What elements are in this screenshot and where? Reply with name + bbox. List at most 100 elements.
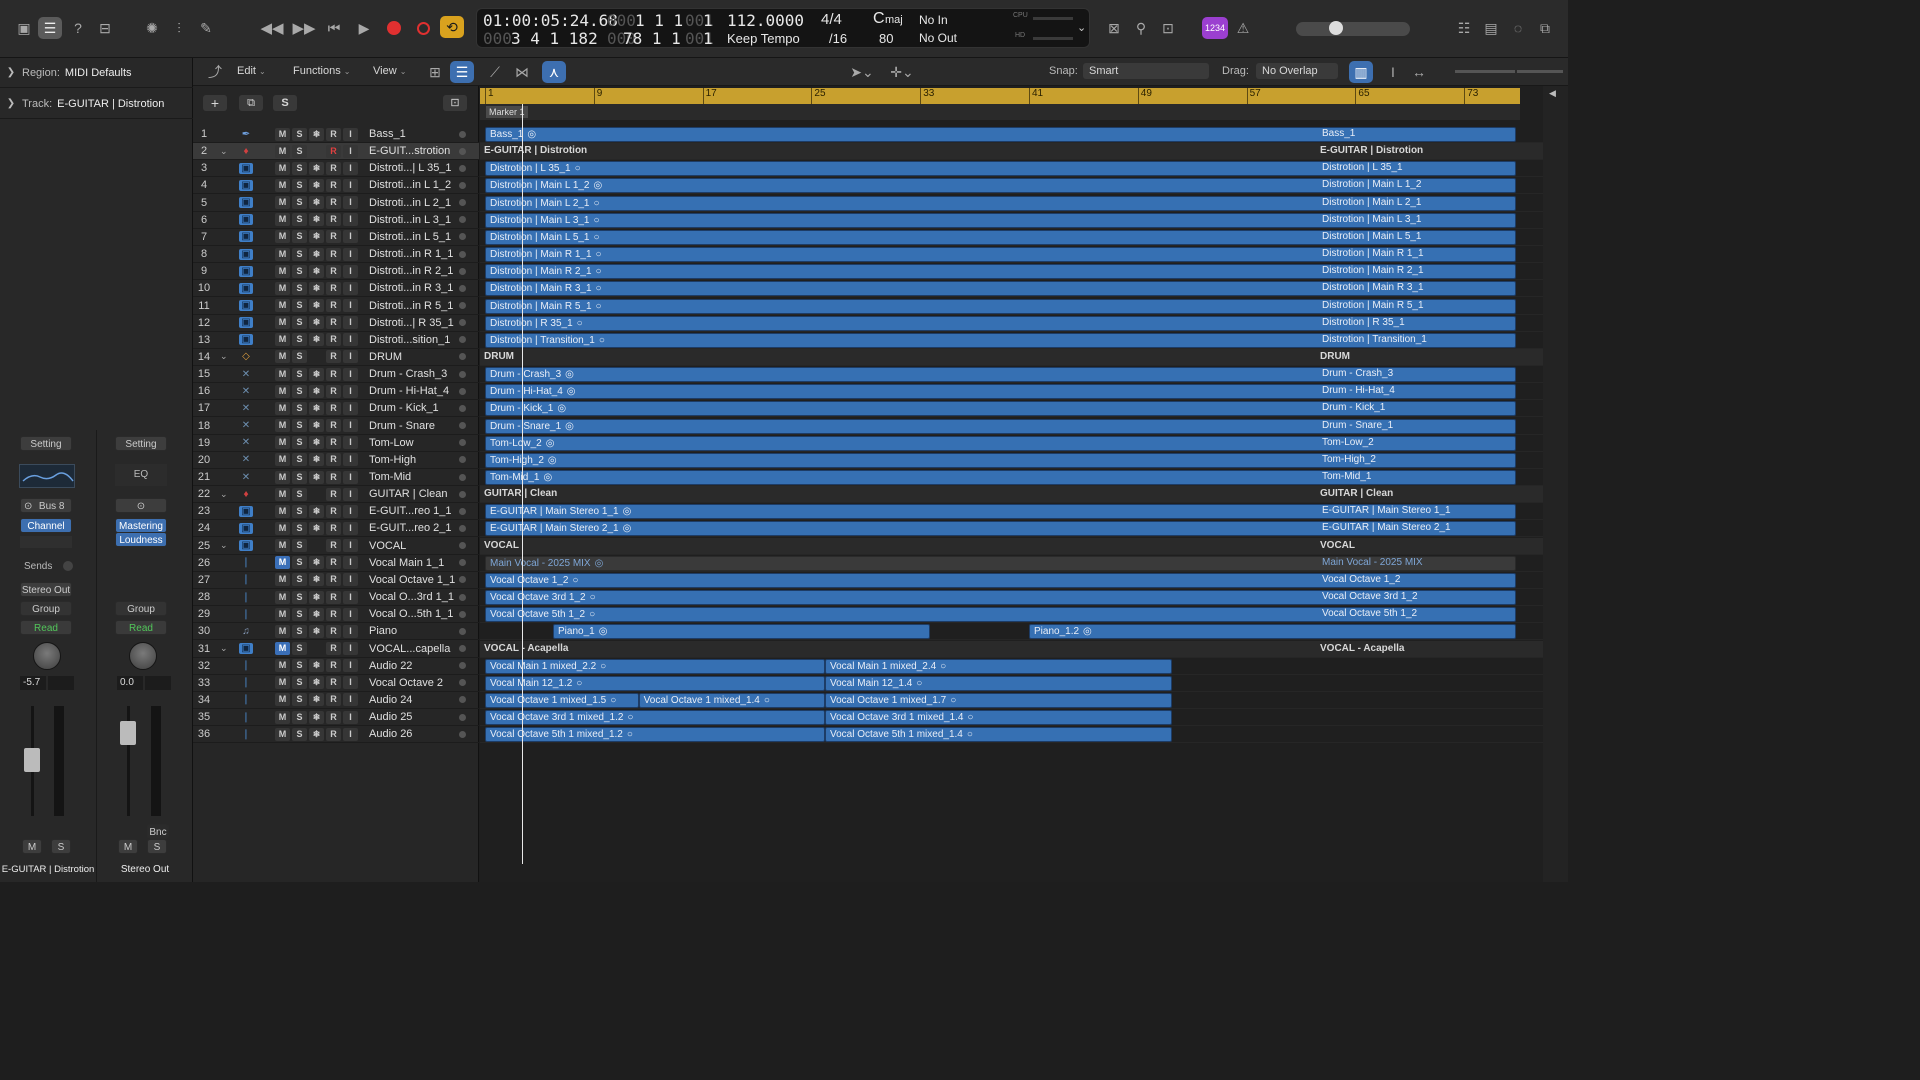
track-name[interactable]: Tom-Mid <box>369 471 411 483</box>
editors-icon[interactable]: ✎ <box>194 17 218 39</box>
track-lane[interactable]: Bass_1 ◎ Bass_1 <box>480 126 1543 143</box>
input-monitor-button[interactable]: I <box>343 624 358 638</box>
input-monitor-button[interactable]: I <box>343 401 358 415</box>
region-inspector-header[interactable]: ❯ Region: MIDI Defaults <box>0 58 193 88</box>
solo-button[interactable]: S <box>292 676 307 690</box>
track-row[interactable]: 3 ▣ M S ❄ R I Distroti...| L 35_1 <box>193 160 479 178</box>
freeze-icon[interactable]: ❄ <box>309 333 324 347</box>
freeze-icon[interactable]: ❄ <box>309 693 324 707</box>
setting-button[interactable]: Setting <box>20 436 72 451</box>
track-inspector-header[interactable]: ❯ Track: E-GUITAR | Distrotion <box>0 89 193 119</box>
replace-record-icon[interactable] <box>411 17 435 39</box>
region[interactable]: Vocal Octave 5th 1 mixed_1.4 ○ <box>825 727 1172 743</box>
volume-fader[interactable] <box>24 748 40 772</box>
track-name[interactable]: Distroti...in R 1_1 <box>369 248 453 260</box>
freeze-icon[interactable]: ❄ <box>309 178 324 192</box>
track-name[interactable]: Tom-High <box>369 454 416 466</box>
track-name[interactable]: E-GUIT...reo 2_1 <box>369 522 452 534</box>
input-monitor-button[interactable]: I <box>343 299 358 312</box>
mute-button[interactable]: M <box>275 419 290 433</box>
solo-button[interactable]: S <box>292 144 307 158</box>
freeze-icon[interactable]: ❄ <box>309 213 324 227</box>
track-name[interactable]: Distroti...in R 3_1 <box>369 282 453 294</box>
track-row[interactable]: 29 ❘ M S ❄ R I Vocal O...5th 1_1 <box>193 606 479 624</box>
freeze-icon[interactable]: ❄ <box>309 453 324 467</box>
input-monitor-button[interactable]: I <box>343 539 358 553</box>
record-enable-button[interactable]: R <box>326 470 341 484</box>
bounce-button[interactable]: Bnc <box>147 824 169 839</box>
track-lane[interactable]: Tom-Mid_1 ◎ Tom-Mid_1 <box>480 469 1543 486</box>
record-enable-button[interactable]: R <box>326 521 341 535</box>
track-name[interactable]: Vocal Octave 1_1 <box>369 574 455 586</box>
mute-button[interactable]: M <box>275 436 290 450</box>
channel-eq-insert[interactable]: Channel EQ <box>20 518 72 547</box>
track-lane[interactable]: Distrotion | Main L 1_2 ◎ Distrotion | Mai… <box>480 177 1543 195</box>
track-lane[interactable]: DRUM DRUM <box>480 348 1543 366</box>
freeze-icon[interactable]: ❄ <box>309 264 324 278</box>
horizontal-zoom-slider[interactable] <box>1517 70 1563 73</box>
freeze-icon[interactable]: ❄ <box>309 367 324 381</box>
track-name[interactable]: Distroti...| L 35_1 <box>369 162 452 174</box>
bar-ruler[interactable]: 1 9 17 25 33 41 49 57 65 73 <box>480 88 1520 104</box>
record-enable-button[interactable]: R <box>326 161 341 175</box>
automation-mode-button[interactable]: Read <box>20 620 72 635</box>
record-enable-button[interactable]: R <box>326 642 341 655</box>
solo-button[interactable]: S <box>292 436 307 450</box>
track-lane[interactable]: Vocal Octave 3rd 1 mixed_1.2 ○ Vocal Octav… <box>480 709 1543 727</box>
solo-button[interactable]: S <box>292 539 307 553</box>
record-enable-button[interactable]: R <box>326 401 341 415</box>
input-monitor-button[interactable]: I <box>343 727 358 741</box>
track-row[interactable]: 22 ⌄ ♦ M S R I GUITAR | Clean <box>193 486 479 504</box>
freeze-icon[interactable]: ❄ <box>309 196 324 210</box>
freeze-icon[interactable]: ❄ <box>309 281 324 295</box>
automation-icon[interactable]: ⟋ <box>483 61 507 83</box>
mute-button[interactable]: M <box>275 144 290 158</box>
track-lane[interactable]: Distrotion | Main L 2_1 ○ Distrotion | Mai… <box>480 195 1543 212</box>
track-name[interactable]: Distroti...in L 2_1 <box>369 197 451 209</box>
input-monitor-button[interactable]: I <box>343 196 358 210</box>
solo-button[interactable]: S <box>292 504 307 518</box>
freeze-icon[interactable]: ❄ <box>309 573 324 587</box>
folder-region-label-repeat[interactable]: DRUM <box>1320 351 1350 362</box>
track-row[interactable]: 1 ✒ M S ❄ R I Bass_1 <box>193 126 479 143</box>
mute-button[interactable]: M <box>275 247 290 261</box>
track-row[interactable]: 34 ❘ M S ❄ R I Audio 24 <box>193 692 479 709</box>
record-icon[interactable] <box>382 17 406 39</box>
record-enable-button[interactable]: R <box>326 281 341 295</box>
solo-button[interactable]: S <box>292 299 307 312</box>
record-enable-button[interactable]: R <box>326 710 341 724</box>
solo-button[interactable]: S <box>292 264 307 278</box>
global-track-icon[interactable]: ⊡ <box>443 95 467 111</box>
functions-menu[interactable]: Functions ⌄ <box>293 65 350 77</box>
track-lane[interactable]: Main Vocal - 2025 MIX ◎ Main Vocal - 2025 … <box>480 555 1543 572</box>
input-monitor-button[interactable]: I <box>343 161 358 175</box>
input-monitor-button[interactable]: I <box>343 659 358 673</box>
track-lane[interactable]: Distrotion | Main R 2_1 ○ Distrotion | Mai… <box>480 263 1543 281</box>
edit-menu[interactable]: Edit ⌄ <box>237 65 266 77</box>
track-lane[interactable]: Vocal Main 12_1.2 ○ Vocal Main 12_1.4 ○ <box>480 675 1543 692</box>
strip-solo-button[interactable]: S <box>147 839 167 854</box>
track-row[interactable]: 10 ▣ M S ❄ R I Distroti...in R 3_1 <box>193 280 479 298</box>
mute-button[interactable]: M <box>275 230 290 244</box>
mute-button[interactable]: M <box>275 590 290 604</box>
region[interactable]: Vocal Octave 1 mixed_1.4 ○ <box>638 692 825 708</box>
mute-button[interactable]: M <box>275 676 290 690</box>
list-editors-icon[interactable]: ☷ <box>1452 17 1476 39</box>
freeze-icon[interactable]: ❄ <box>309 401 324 415</box>
track-row[interactable]: 14 ⌄ ◇ M S R I DRUM <box>193 349 479 366</box>
track-row[interactable]: 28 ❘ M S ❄ R I Vocal O...3rd 1_1 <box>193 589 479 607</box>
record-enable-button[interactable]: R <box>326 264 341 278</box>
add-track-button[interactable]: + <box>203 95 227 111</box>
region[interactable]: Vocal Main 1 mixed_2.4 ○ <box>825 658 1172 674</box>
snap-select[interactable]: Smart <box>1083 63 1209 79</box>
strip-mute-button[interactable]: M <box>118 839 138 854</box>
chevron-right-icon[interactable]: ❯ <box>0 98 22 109</box>
strip-mute-button[interactable]: M <box>22 839 42 854</box>
mute-button[interactable]: M <box>275 281 290 295</box>
eq-thumbnail[interactable] <box>19 464 75 488</box>
track-row[interactable]: 6 ▣ M S ❄ R I Distroti...in L 3_1 <box>193 212 479 229</box>
mute-button[interactable]: M <box>275 333 290 347</box>
solo-button[interactable]: S <box>292 127 307 141</box>
region[interactable]: Bass_1 ◎ <box>485 127 1516 142</box>
track-name[interactable]: Audio 25 <box>369 711 412 723</box>
